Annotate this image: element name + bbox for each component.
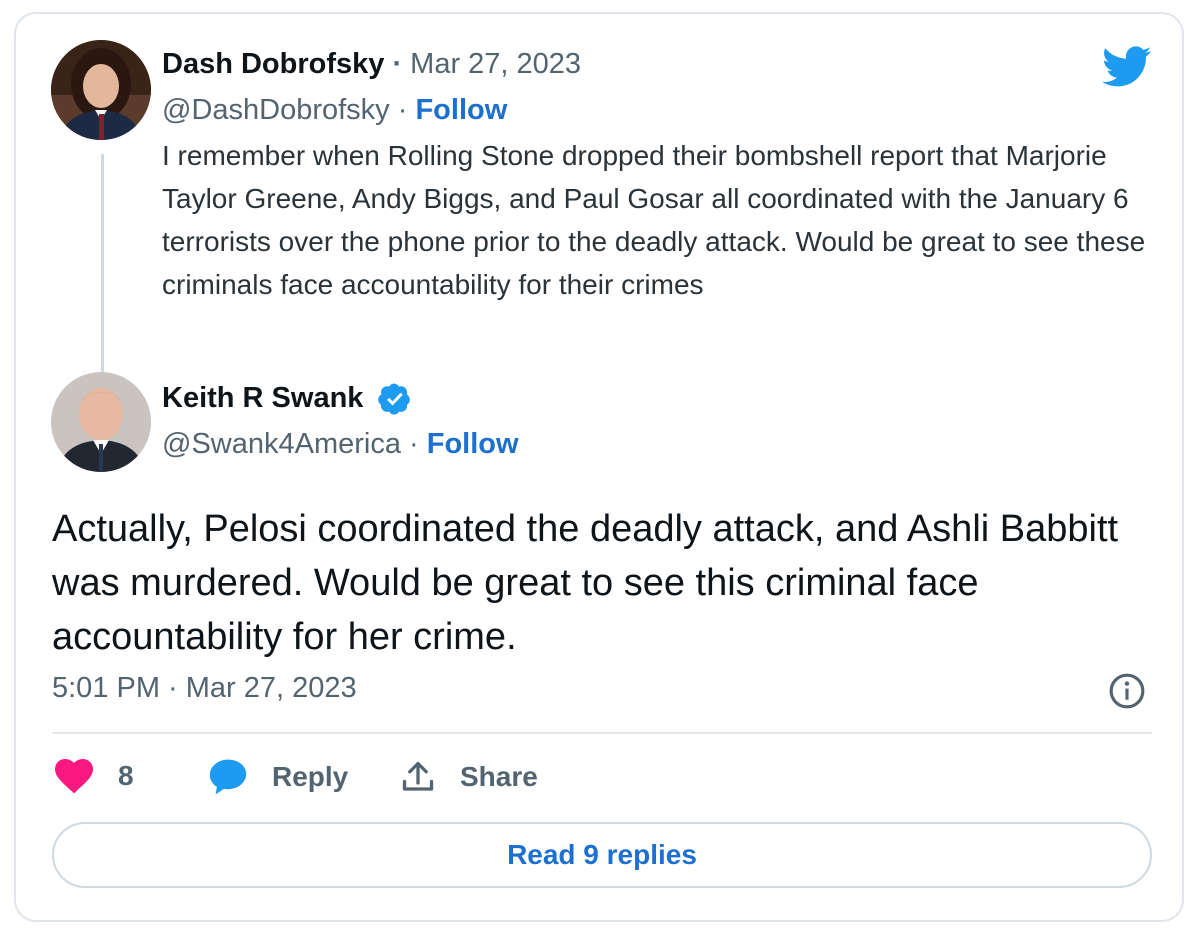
tweet-date[interactable]: Mar 27, 2023 [410,48,581,80]
separator: · [384,48,411,80]
separator: · [400,428,427,460]
author-handle[interactable]: @DashDobrofsky [162,94,390,126]
author-name-text[interactable]: Keith R Swank [162,382,363,414]
main-tweet-text: Actually, Pelosi coordinated the deadly … [52,508,1119,658]
dash-dobrofsky-avatar-image [51,40,151,140]
avatar[interactable] [51,372,151,472]
main-author-handle-row: @Swank4America · Follow [162,428,519,461]
speech-bubble-icon [209,759,247,795]
share-label: Share [460,761,538,792]
main-author-name[interactable]: Keith R Swank [162,382,412,416]
author-handle[interactable]: @Swank4America [162,428,401,460]
tweet-timestamp[interactable]: 5:01 PM · Mar 27, 2023 [52,672,357,705]
twitter-bird-icon[interactable] [1102,46,1152,88]
divider [52,732,1152,734]
like-button[interactable]: 8 [54,758,134,794]
author-name-text[interactable]: Dash Dobrofsky [162,48,384,80]
follow-button[interactable]: Follow [427,428,519,460]
reply-button[interactable]: Reply [208,758,348,796]
read-replies-button[interactable]: Read 9 replies [52,822,1152,888]
separator: · [389,94,416,126]
verified-badge-icon [377,383,410,415]
avatar[interactable] [51,40,151,140]
share-button[interactable]: Share [400,758,538,796]
quoted-author-name[interactable]: Dash Dobrofsky · Mar 27, 2023 [162,48,581,81]
embedded-tweet-card: Dash Dobrofsky · Mar 27, 2023 @DashDobro… [14,12,1184,922]
thread-connector-line [101,154,104,372]
quoted-tweet-text: I remember when Rolling Stone dropped th… [162,140,1146,300]
quoted-author-handle-row: @DashDobrofsky · Follow [162,94,507,127]
share-upload-icon [402,761,434,791]
info-icon[interactable] [1108,672,1146,710]
reply-label: Reply [272,761,349,792]
follow-button[interactable]: Follow [415,94,507,126]
like-count: 8 [118,760,134,791]
heart-icon [55,758,93,794]
keith-swank-avatar-image [51,372,151,472]
